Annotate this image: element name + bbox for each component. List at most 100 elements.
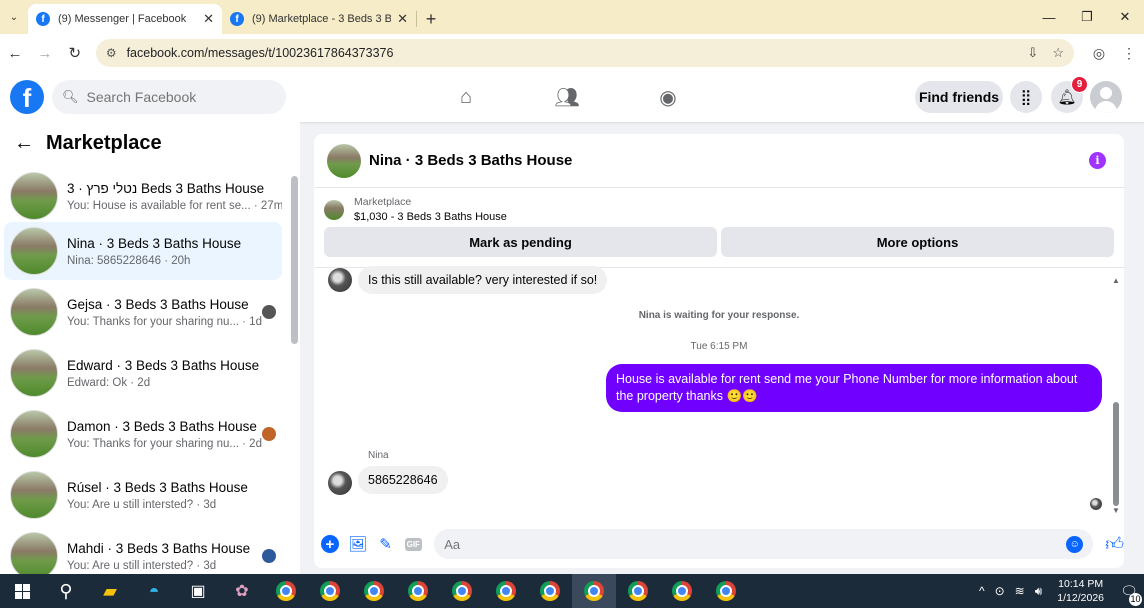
attach-photo-icon[interactable]: 🖼︎ — [345, 531, 371, 557]
marketplace-sidebar: ← Marketplace נטלי פרץ · 3 Beds 3 Baths … — [0, 122, 300, 574]
chat-header: Nina · 3 Beds 3 Baths House i — [314, 134, 1124, 188]
taskbar-search-icon[interactable]: ⚲ — [44, 574, 88, 608]
conversation-row[interactable]: Gejsa · 3 Beds 3 Baths House You: Thanks… — [4, 283, 282, 341]
sidebar-title: Marketplace — [46, 132, 162, 154]
listing-thumbnail[interactable] — [327, 143, 361, 178]
profile-icon[interactable]: ◎ — [1084, 45, 1114, 62]
contact-avatar — [328, 471, 352, 495]
scroll-up-icon[interactable]: ▲ — [1112, 276, 1120, 285]
wifi-icon[interactable]: ≋ — [1015, 584, 1025, 598]
listing-thumbnail — [10, 532, 58, 574]
meet-now-icon[interactable]: ⊙ — [995, 584, 1005, 598]
friends-icon[interactable]: 👥︎ — [542, 72, 592, 122]
chrome-icon[interactable] — [440, 574, 484, 608]
chrome-icon[interactable] — [264, 574, 308, 608]
chat-scrollbar[interactable]: ▲ ▼ — [1112, 276, 1120, 516]
conversation-row[interactable]: Mahdi · 3 Beds 3 Baths House You: Are u … — [4, 527, 282, 574]
facebook-logo[interactable]: f — [10, 80, 44, 114]
conversation-preview: Nina: 5865228646 · 20h — [67, 254, 191, 267]
chrome-icon[interactable] — [660, 574, 704, 608]
home-icon[interactable]: ⌂ — [441, 72, 491, 122]
chrome-icon-active[interactable] — [572, 574, 616, 608]
tab-marketplace[interactable]: f (9) Marketplace - 3 Beds 3 Bath ✕ — [222, 4, 416, 34]
conversation-preview: You: House is available for rent se... ·… — [67, 199, 282, 212]
chrome-icon[interactable] — [528, 574, 572, 608]
scrollbar-thumb[interactable] — [291, 176, 298, 344]
chrome-icon[interactable] — [484, 574, 528, 608]
tray-overflow-icon[interactable]: ^ — [979, 584, 985, 598]
read-receipt-avatar — [262, 549, 276, 563]
message-field[interactable]: ☺ — [434, 529, 1094, 559]
forward-icon[interactable]: → — [30, 45, 60, 62]
emoji-icon[interactable]: ☺ — [1066, 535, 1084, 553]
new-tab-button[interactable]: + — [417, 4, 445, 34]
close-tab-icon[interactable]: ✕ — [397, 11, 408, 27]
conversation-row[interactable]: Damon · 3 Beds 3 Baths House You: Thanks… — [4, 405, 282, 463]
file-explorer-icon[interactable]: ▰ — [88, 574, 132, 608]
conversation-row-selected[interactable]: Nina · 3 Beds 3 Baths House Nina: 586522… — [4, 222, 282, 280]
system-clock[interactable]: 10:14 PM 1/12/2026 — [1057, 577, 1104, 605]
install-app-icon[interactable]: ⇩ — [1027, 45, 1038, 61]
close-window-button[interactable]: ✕ — [1106, 0, 1144, 34]
account-avatar[interactable] — [1090, 81, 1122, 113]
tab-title: (9) Marketplace - 3 Beds 3 Bath — [252, 13, 392, 25]
listing-card: Marketplace $1,030 - 3 Beds 3 Baths Hous… — [314, 188, 1124, 268]
sidebar-scrollbar[interactable] — [290, 168, 298, 572]
browser-menu-icon[interactable]: ⋮ — [1114, 45, 1144, 62]
conversation-row[interactable]: נטלי פרץ · 3 Beds 3 Baths House You: Hou… — [4, 167, 282, 225]
chrome-icon[interactable] — [352, 574, 396, 608]
message-composer: + 🖼︎ ✎ GIF ☺ 👍︎ — [314, 520, 1124, 568]
listing-thumbnail[interactable] — [324, 199, 344, 220]
contact-avatar — [328, 268, 352, 292]
conversation-name: Edward · 3 Beds 3 Baths House — [67, 357, 260, 373]
facebook-favicon-icon: f — [36, 12, 50, 26]
site-info-icon[interactable]: ⚙ — [106, 46, 117, 60]
gif-button[interactable]: GIF — [400, 531, 426, 557]
volume-icon[interactable]: 🔊︎ — [1035, 584, 1043, 599]
menu-grid-icon[interactable]: ⣿ — [1010, 81, 1042, 113]
search-input[interactable] — [86, 89, 267, 105]
close-tab-icon[interactable]: ✕ — [203, 11, 214, 27]
notification-badge: 9 — [1071, 76, 1088, 93]
chrome-icon[interactable] — [704, 574, 748, 608]
message-input[interactable] — [444, 536, 1067, 552]
listing-price[interactable]: $1,030 - 3 Beds 3 Baths House — [354, 211, 507, 223]
scrollbar-thumb[interactable] — [1113, 402, 1119, 506]
reload-icon[interactable]: ↻ — [60, 44, 90, 62]
thumbs-up-icon[interactable]: 👍︎ — [1105, 533, 1124, 555]
back-icon[interactable]: ← — [0, 45, 30, 62]
notifications-bell-icon[interactable]: 🔔︎ 9 — [1051, 76, 1088, 113]
conversation-row[interactable]: Rúsel · 3 Beds 3 Baths House You: Are u … — [4, 466, 282, 524]
tab-messenger[interactable]: f (9) Messenger | Facebook ✕ — [28, 4, 222, 34]
url-field[interactable]: ⚙ facebook.com/messages/t/10023617864373… — [95, 39, 1074, 67]
address-bar-row: ← → ↻ ⚙ facebook.com/messages/t/10023617… — [0, 34, 1144, 72]
chrome-icon[interactable] — [308, 574, 352, 608]
conversation-preview: You: Thanks for your sharing nu... · 2d — [67, 437, 262, 450]
app-icon[interactable]: ✿ — [220, 574, 264, 608]
mark-as-pending-button[interactable]: Mark as pending — [324, 227, 717, 257]
more-actions-button[interactable]: + — [317, 531, 343, 557]
conversation-preview: Edward: Ok · 2d — [67, 376, 151, 389]
find-friends-button[interactable]: Find friends — [915, 81, 1003, 113]
groups-icon[interactable]: ◉ — [643, 72, 693, 122]
search-box[interactable]: 🔍︎ — [52, 80, 286, 114]
chat-title[interactable]: Nina · 3 Beds 3 Baths House — [369, 152, 1089, 169]
conversation-row[interactable]: Edward · 3 Beds 3 Baths House Edward: Ok… — [4, 344, 282, 402]
chrome-icon[interactable] — [616, 574, 660, 608]
more-options-button[interactable]: More options — [721, 227, 1114, 257]
restore-button[interactable]: ❐ — [1068, 0, 1106, 34]
back-arrow-icon[interactable]: ← — [14, 132, 34, 155]
chrome-icon[interactable] — [396, 574, 440, 608]
read-receipt-avatar — [262, 427, 276, 441]
bookmark-star-icon[interactable]: ☆ — [1052, 45, 1064, 61]
sticker-icon[interactable]: ✎ — [373, 531, 399, 557]
scroll-down-icon[interactable]: ▼ — [1112, 506, 1120, 515]
info-icon[interactable]: i — [1089, 152, 1106, 169]
message-bubble-incoming: Is this still available? very interested… — [358, 266, 608, 294]
notification-center-icon[interactable]: 🗨︎ 10 — [1114, 583, 1144, 606]
minimize-button[interactable]: — — [1030, 0, 1068, 34]
edge-browser-icon[interactable]: ◓ — [132, 574, 176, 608]
start-button[interactable] — [0, 574, 44, 608]
tab-search-icon[interactable]: ⌄ — [0, 3, 28, 31]
app-icon[interactable]: ▣ — [176, 574, 220, 608]
